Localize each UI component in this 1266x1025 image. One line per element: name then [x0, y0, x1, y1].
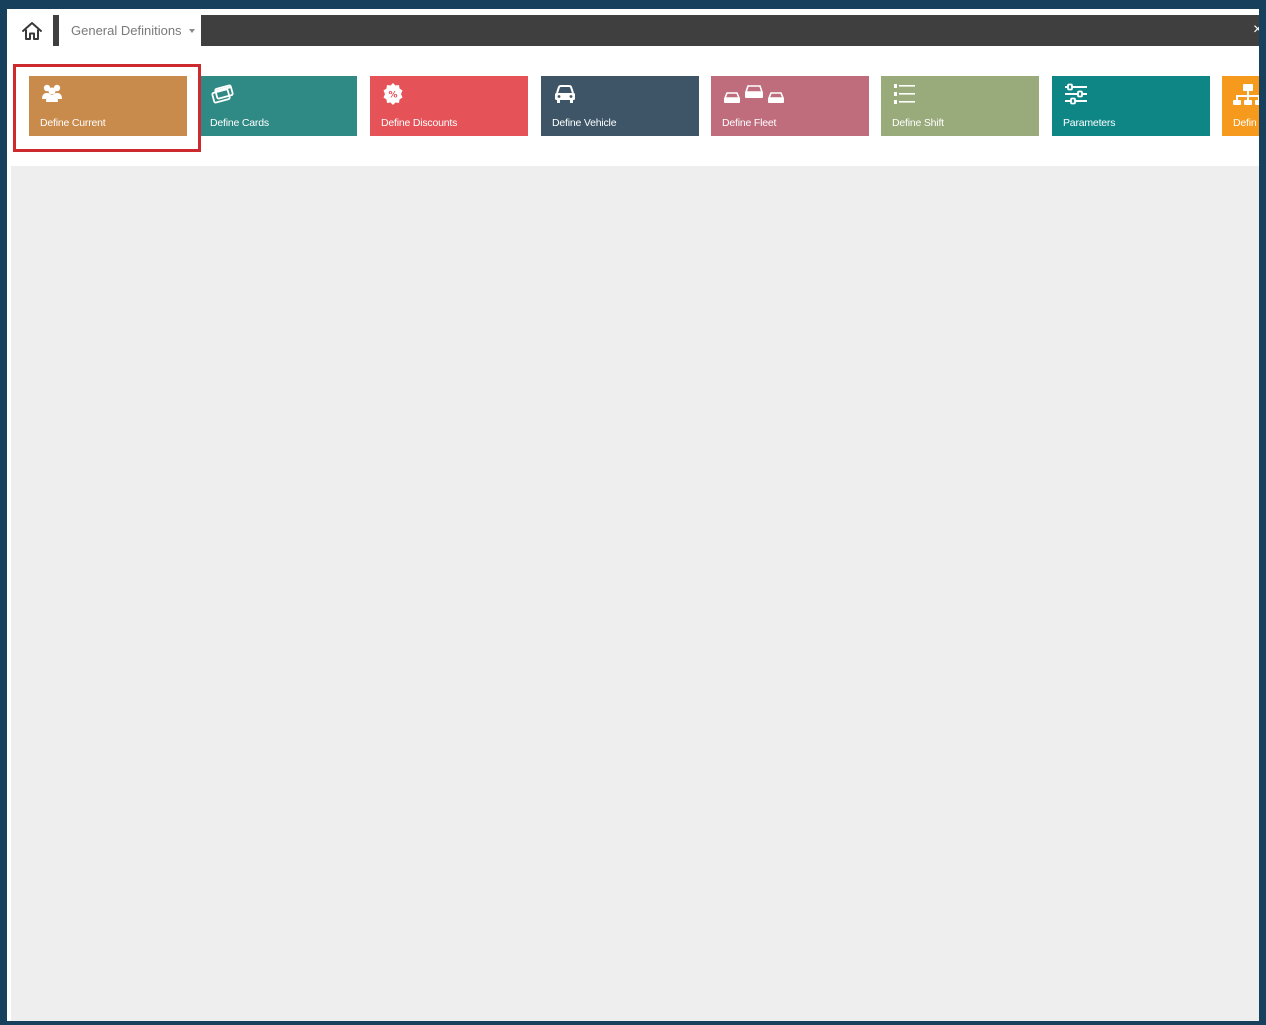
tile-define-discounts[interactable]: % Define Discounts [370, 76, 528, 136]
tab-general-definitions[interactable]: General Definitions [59, 15, 201, 46]
tile-label: Define Cards [210, 117, 269, 129]
sliders-icon [1065, 83, 1087, 105]
tab-label: General Definitions [71, 23, 182, 38]
cards-icon [211, 84, 234, 104]
fleet-icon [723, 85, 785, 103]
main-content-area [11, 166, 1259, 1021]
selection-highlight [13, 64, 201, 152]
car-icon [555, 85, 575, 103]
tile-parameters[interactable]: Parameters [1052, 76, 1210, 136]
tile-label: Define Vehicle [552, 117, 617, 129]
tile-label: Define Discounts [381, 117, 458, 129]
app-window: General Definitions × Define Current Def… [7, 9, 1259, 1021]
svg-text:%: % [388, 91, 397, 101]
tile-define-cards[interactable]: Define Cards [199, 76, 357, 136]
tile-define-partial[interactable]: Defin [1222, 76, 1259, 136]
tile-label: Define Fleet [722, 117, 777, 129]
tile-label: Defin [1233, 117, 1257, 129]
home-button[interactable] [11, 15, 53, 46]
list-icon [894, 84, 915, 104]
window-frame: General Definitions × Define Current Def… [0, 0, 1266, 1025]
tile-label: Parameters [1063, 117, 1116, 129]
discount-icon: % [383, 83, 403, 105]
tile-label: Define Shift [892, 117, 944, 129]
tile-define-fleet[interactable]: Define Fleet [711, 76, 869, 136]
sitemap-icon [1233, 84, 1259, 105]
top-bar: General Definitions × [11, 15, 1259, 46]
close-icon[interactable]: × [1253, 21, 1259, 39]
chevron-down-icon[interactable] [188, 28, 195, 33]
tile-define-shift[interactable]: Define Shift [881, 76, 1039, 136]
tile-define-vehicle[interactable]: Define Vehicle [541, 76, 699, 136]
home-icon [22, 21, 42, 40]
